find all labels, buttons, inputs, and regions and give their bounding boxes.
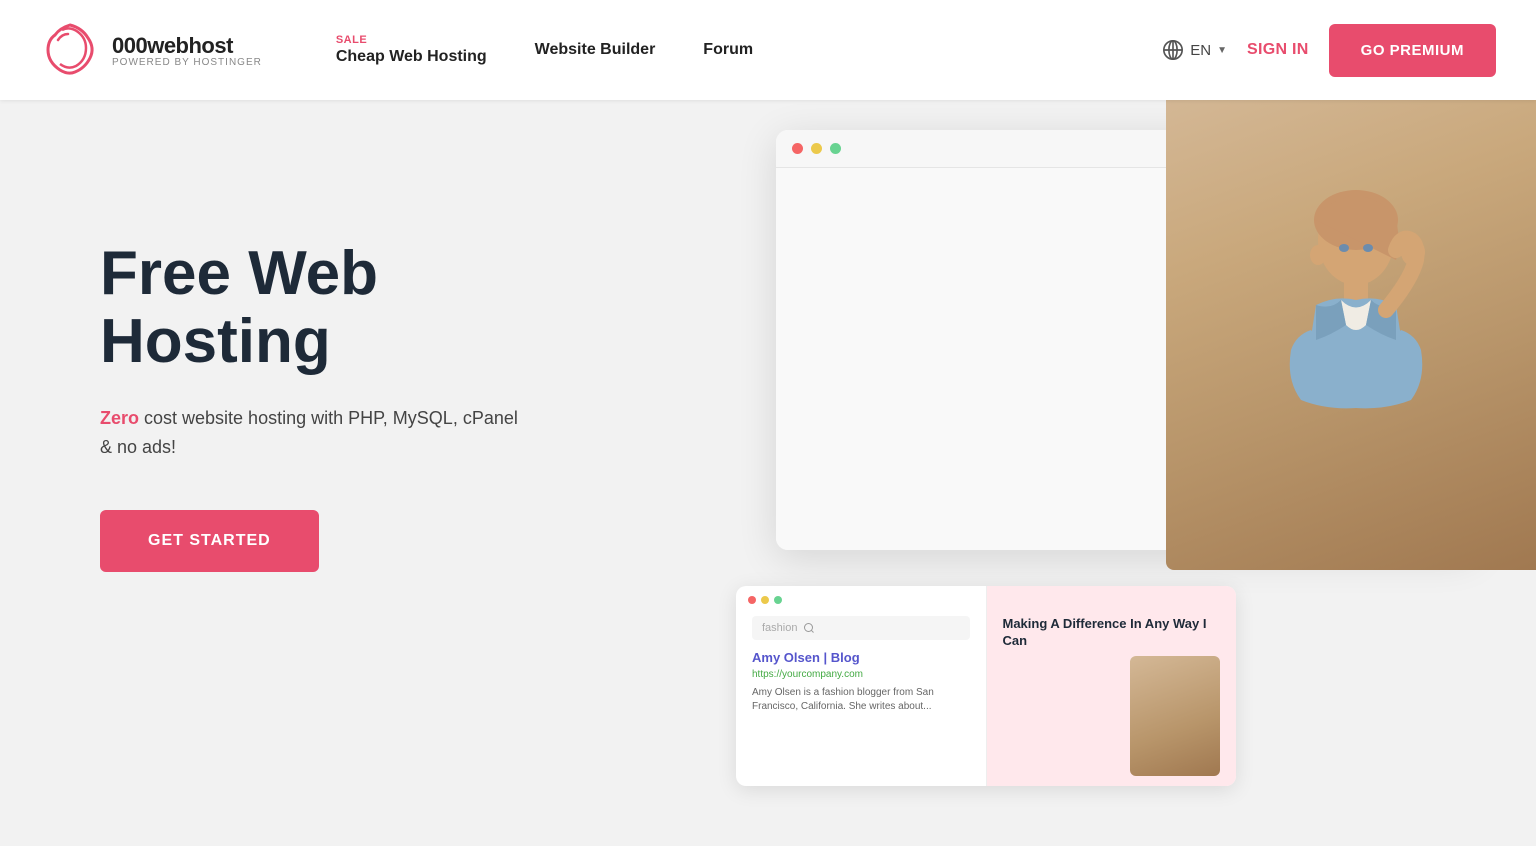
- woman-small-placeholder: [1130, 656, 1220, 776]
- browser-dot-2: [811, 143, 822, 154]
- small-dot-3: [774, 596, 782, 604]
- woman-photo-placeholder: [1166, 100, 1536, 570]
- pink-card-image: [1003, 656, 1221, 776]
- nav-right: EN ▼ SIGN IN GO PREMIUM: [1162, 24, 1496, 77]
- browser-mockup-small: fashion Amy Olsen | Blog https://yourcom…: [736, 586, 1236, 786]
- hero-subtitle: Zero cost website hosting with PHP, MySQ…: [100, 404, 520, 462]
- logo-link[interactable]: 000webhost POWERED BY HOSTINGER: [40, 20, 262, 80]
- go-premium-button[interactable]: GO PREMIUM: [1329, 24, 1496, 77]
- woman-silhouette: [1256, 180, 1456, 480]
- pink-card-title: Making A Difference In Any Way I Can: [1003, 616, 1221, 650]
- hero-section: Free Web Hosting Zero cost website hosti…: [0, 100, 1536, 846]
- sign-in-button[interactable]: SIGN IN: [1247, 41, 1309, 59]
- language-selector[interactable]: EN ▼: [1162, 39, 1227, 61]
- browser-dot-1: [792, 143, 803, 154]
- hero-title: Free Web Hosting: [100, 240, 520, 376]
- navbar: 000webhost POWERED BY HOSTINGER SALE Che…: [0, 0, 1536, 100]
- woman-photo: [1166, 100, 1536, 570]
- small-dot-1: [748, 596, 756, 604]
- blog-card-desc: Amy Olsen is a fashion blogger from San …: [752, 686, 970, 714]
- nav-item-forum[interactable]: Forum: [679, 41, 777, 59]
- small-browser-dots: [748, 596, 782, 604]
- logo-icon: [40, 20, 100, 80]
- blog-search-text: fashion: [762, 622, 797, 634]
- nav-item-cheap-web-hosting[interactable]: SALE Cheap Web Hosting: [312, 34, 511, 65]
- blog-card-url: https://yourcompany.com: [752, 669, 970, 680]
- hero-subtitle-rest: cost website hosting with PHP, MySQL, cP…: [100, 408, 518, 457]
- chevron-down-icon: ▼: [1217, 45, 1227, 56]
- get-started-button[interactable]: GET STARTED: [100, 510, 319, 572]
- globe-icon: [1162, 39, 1184, 61]
- hero-left-content: Free Web Hosting Zero cost website hosti…: [0, 160, 520, 572]
- search-icon: [803, 622, 815, 634]
- logo-text: 000webhost POWERED BY HOSTINGER: [112, 33, 262, 68]
- browser-dot-3: [830, 143, 841, 154]
- nav-links: SALE Cheap Web Hosting Website Builder F…: [312, 34, 1162, 65]
- blog-search: fashion: [752, 616, 970, 640]
- blog-card: fashion Amy Olsen | Blog https://yourcom…: [736, 586, 987, 786]
- nav-item-website-builder[interactable]: Website Builder: [511, 41, 680, 59]
- small-dot-2: [761, 596, 769, 604]
- blog-card-title: Amy Olsen | Blog: [752, 650, 970, 665]
- hero-visual: AMY O fashion Amy Olsen | Blog https://y…: [696, 100, 1536, 846]
- hero-subtitle-zero: Zero: [100, 408, 139, 428]
- pink-card: Making A Difference In Any Way I Can: [987, 586, 1237, 786]
